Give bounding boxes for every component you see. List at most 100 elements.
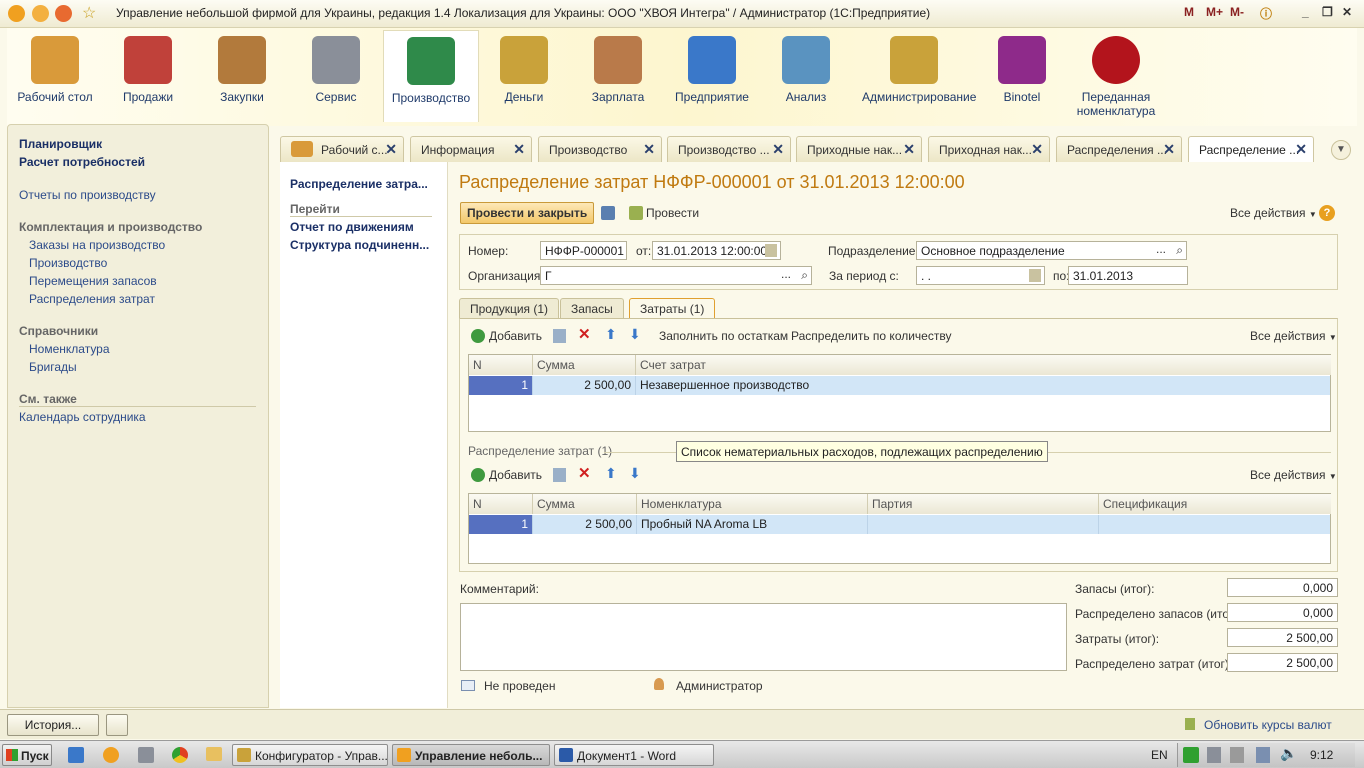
explorer-icon[interactable] xyxy=(206,747,222,761)
costs-table[interactable]: N Сумма Счет затрат 1 2 500,00 Незаверше… xyxy=(468,354,1331,432)
link-production[interactable]: Производство xyxy=(29,256,107,270)
tab-receipts[interactable]: Приходные нак... ✕ xyxy=(796,136,922,162)
section-salary[interactable]: Зарплата xyxy=(570,36,666,104)
column-header[interactable]: Счет затрат xyxy=(636,355,1331,375)
delete-icon[interactable]: ✕ xyxy=(578,464,591,482)
column-header[interactable]: Партия xyxy=(868,494,1099,514)
tab-close-icon[interactable]: ✕ xyxy=(772,141,784,158)
calendar-icon[interactable] xyxy=(1029,269,1041,282)
network-icon[interactable] xyxy=(138,747,154,763)
add-button[interactable]: Добавить xyxy=(489,329,542,343)
copy-icon[interactable] xyxy=(553,468,566,482)
total-costs-field[interactable]: 2 500,00 xyxy=(1227,628,1338,647)
delete-icon[interactable]: ✕ xyxy=(578,325,591,343)
info-icon[interactable]: ⓘ xyxy=(1260,5,1272,22)
link-brigades[interactable]: Бригады xyxy=(29,360,77,374)
powershell-icon[interactable] xyxy=(68,747,84,763)
volume-icon[interactable]: 🔈 xyxy=(1280,745,1297,762)
tab-info[interactable]: Информация ✕ xyxy=(410,136,532,162)
column-header[interactable]: Номенклатура xyxy=(637,494,868,514)
post-and-close-button[interactable]: Провести и закрыть xyxy=(460,202,595,224)
calendar-icon[interactable] xyxy=(765,244,777,257)
tab-close-icon[interactable]: ✕ xyxy=(513,141,525,158)
link-employee-calendar[interactable]: Календарь сотрудника xyxy=(19,410,146,424)
link-stock-transfers[interactable]: Перемещения запасов xyxy=(29,274,157,288)
1c-icon[interactable] xyxy=(103,747,119,763)
tab-production-2[interactable]: Производство ... ✕ xyxy=(667,136,791,162)
task-word[interactable]: Документ1 - Word xyxy=(554,744,714,766)
tab-close-icon[interactable]: ✕ xyxy=(903,141,915,158)
section-transferred-items[interactable]: Переданная номенклатура xyxy=(1068,36,1164,118)
tab-receipt[interactable]: Приходная нак... ✕ xyxy=(928,136,1050,162)
start-button[interactable]: Пуск xyxy=(2,744,52,766)
tab-close-icon[interactable]: ✕ xyxy=(1295,141,1307,158)
windows-list-icon[interactable] xyxy=(106,714,128,736)
section-service[interactable]: Сервис xyxy=(288,36,384,104)
period-from-field[interactable]: . . xyxy=(916,266,1045,285)
app-logo-icon[interactable] xyxy=(8,5,25,22)
section-production[interactable]: Производство xyxy=(383,30,479,122)
column-header[interactable]: N xyxy=(469,355,533,375)
table-row-cell[interactable]: 2 500,00 xyxy=(533,376,636,395)
restore-icon[interactable]: ❐ xyxy=(1322,5,1333,19)
grid1-all-actions-button[interactable]: Все действия ▼ xyxy=(1250,329,1337,343)
tab-close-icon[interactable]: ✕ xyxy=(1163,141,1175,158)
save-icon[interactable] xyxy=(601,206,615,220)
task-1c-enterprise[interactable]: Управление неболь... xyxy=(392,744,550,766)
distribute-by-quantity-button[interactable]: Распределить по количеству xyxy=(791,329,951,343)
table-row-cell[interactable]: Незавершенное производство xyxy=(636,376,1330,395)
move-down-icon[interactable]: ⬇ xyxy=(629,465,641,482)
section-binotel[interactable]: Binotel xyxy=(974,36,1070,104)
security-icon[interactable] xyxy=(1183,747,1199,763)
total-distributed-costs-field[interactable]: 2 500,00 xyxy=(1227,653,1338,672)
table-row-cell[interactable]: 2 500,00 xyxy=(533,515,637,534)
language-indicator[interactable]: EN xyxy=(1151,748,1168,762)
network-tray-icon[interactable] xyxy=(1256,747,1270,763)
tab-costs[interactable]: Затраты (1) xyxy=(629,298,716,319)
section-purchases[interactable]: Закупки xyxy=(194,36,290,104)
link-movements-report[interactable]: Отчет по движениям xyxy=(290,220,414,234)
tab-close-icon[interactable]: ✕ xyxy=(643,141,655,158)
fill-by-balances-button[interactable]: Заполнить по остаткам xyxy=(659,329,788,343)
section-sales[interactable]: Продажи xyxy=(100,36,196,104)
tab-desktop[interactable]: Рабочий с... ✕ xyxy=(280,136,404,162)
distribution-table[interactable]: N Сумма Номенклатура Партия Спецификация… xyxy=(468,493,1331,564)
column-header[interactable]: Спецификация xyxy=(1099,494,1331,514)
copy-icon[interactable] xyxy=(553,329,566,343)
help-icon[interactable]: ? xyxy=(1319,205,1335,221)
link-cost-distributions[interactable]: Распределения затрат xyxy=(29,292,155,306)
move-down-icon[interactable]: ⬇ xyxy=(629,326,641,343)
section-analysis[interactable]: Анализ xyxy=(758,36,854,104)
flag-icon[interactable] xyxy=(1207,747,1221,763)
mem-minus-button[interactable]: M- xyxy=(1230,5,1244,19)
table-row-cell[interactable]: 1 xyxy=(469,376,533,395)
grid2-all-actions-button[interactable]: Все действия ▼ xyxy=(1250,468,1337,482)
table-row-cell[interactable] xyxy=(868,515,1099,534)
table-row-cell[interactable] xyxy=(1099,515,1330,534)
number-field[interactable]: НФФР-000001 xyxy=(540,241,627,260)
column-header[interactable]: Сумма xyxy=(533,494,637,514)
tab-distribution-active[interactable]: Распределение ... ✕ xyxy=(1188,136,1314,163)
period-to-field[interactable]: 31.01.2013 xyxy=(1068,266,1188,285)
move-up-icon[interactable]: ⬆ xyxy=(605,326,617,343)
tab-close-icon[interactable]: ✕ xyxy=(1031,141,1043,158)
favorite-star-icon[interactable]: ☆ xyxy=(82,3,99,22)
link-document[interactable]: Распределение затра... xyxy=(290,177,428,191)
column-header[interactable]: Сумма xyxy=(533,355,636,375)
mem-button[interactable]: M xyxy=(1184,5,1194,19)
move-up-icon[interactable]: ⬆ xyxy=(605,465,617,482)
link-needs-calc[interactable]: Расчет потребностей xyxy=(19,155,145,169)
total-stocks-field[interactable]: 0,000 xyxy=(1227,578,1338,597)
column-header[interactable]: N xyxy=(469,494,533,514)
tab-close-icon[interactable]: ✕ xyxy=(385,141,397,158)
history-button[interactable]: История... xyxy=(7,714,99,736)
total-distributed-stocks-field[interactable]: 0,000 xyxy=(1227,603,1338,622)
date-field[interactable]: 31.01.2013 12:00:00 xyxy=(652,241,781,260)
link-nomenclature[interactable]: Номенклатура xyxy=(29,342,110,356)
link-production-orders[interactable]: Заказы на производство xyxy=(29,238,165,252)
select-ellipsis-icon[interactable]: ... xyxy=(1156,242,1166,256)
tab-production[interactable]: Производство ✕ xyxy=(538,136,662,162)
chrome-icon[interactable] xyxy=(172,747,188,763)
add-distribution-button[interactable]: Добавить xyxy=(489,468,542,482)
all-actions-button[interactable]: Все действия ▼ xyxy=(1230,206,1317,220)
